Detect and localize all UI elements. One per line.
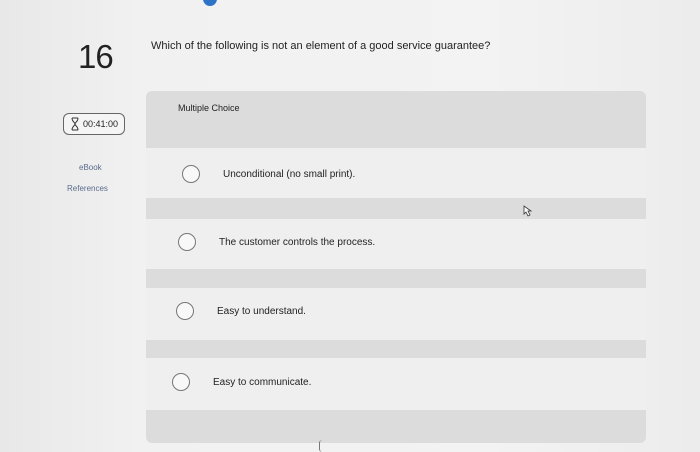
answer-option-label: Unconditional (no small print). (223, 168, 356, 180)
question-number: 16 (78, 38, 114, 75)
question-sidebar: 16 00:41:00 eBook References (0, 0, 140, 452)
radio-button[interactable] (176, 302, 194, 320)
timer: 00:41:00 (63, 113, 125, 135)
answer-option-2[interactable]: The customer controls the process. (178, 233, 375, 251)
timer-text: 00:41:00 (83, 119, 119, 129)
mouse-cursor-icon (523, 204, 533, 217)
answer-option-label: Easy to understand. (217, 305, 306, 317)
radio-button[interactable] (182, 165, 200, 183)
answer-option-label: Easy to communicate. (213, 376, 312, 388)
question-content: Which of the following is not an element… (142, 0, 700, 452)
answer-option-3[interactable]: Easy to understand. (176, 302, 306, 320)
assessment-screen: 16 00:41:00 eBook References Which of th… (0, 0, 700, 452)
answer-option-label: The customer controls the process. (219, 236, 376, 248)
references-link[interactable]: References (67, 184, 108, 193)
question-text: Which of the following is not an element… (151, 40, 491, 52)
radio-button[interactable] (178, 233, 196, 251)
answer-option-1[interactable]: Unconditional (no small print). (182, 165, 355, 183)
multiple-choice-label: Multiple Choice (178, 103, 240, 113)
ebook-link[interactable]: eBook (79, 163, 102, 172)
answer-option-4[interactable]: Easy to communicate. (172, 373, 311, 391)
radio-button[interactable] (172, 373, 190, 391)
partial-radio-button (319, 440, 325, 452)
hourglass-icon (70, 117, 80, 131)
